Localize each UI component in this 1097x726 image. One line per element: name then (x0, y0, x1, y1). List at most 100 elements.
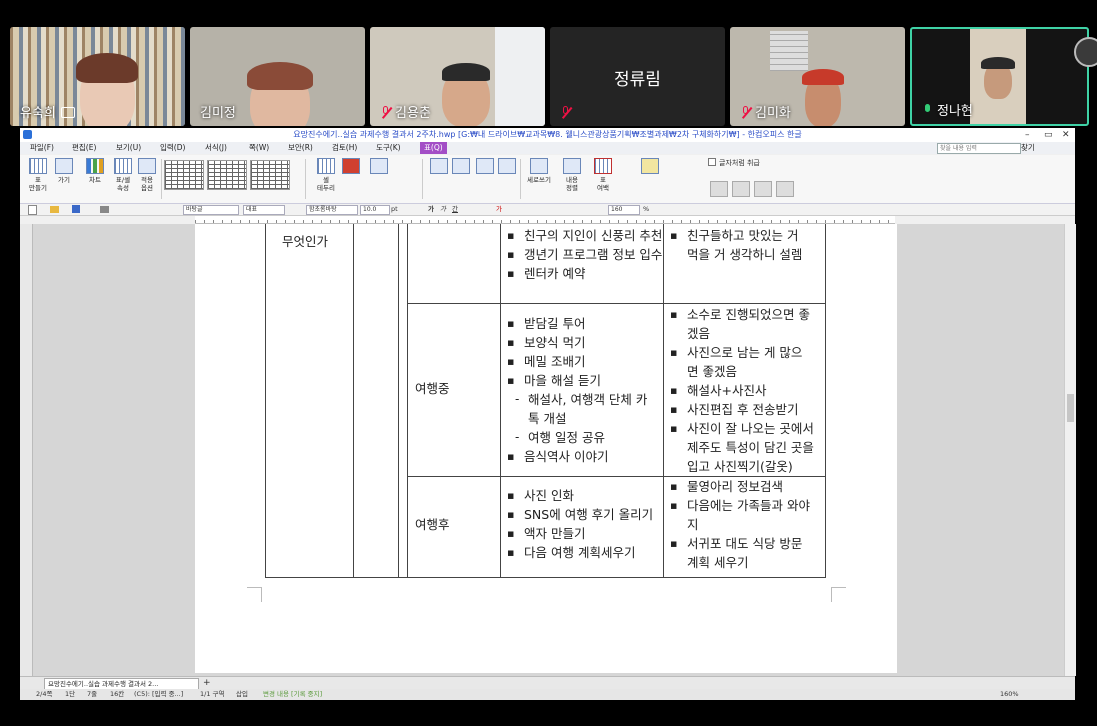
go-button[interactable]: 가기 (53, 158, 75, 184)
menu-tools[interactable]: 도구(K) (376, 142, 401, 154)
close-button[interactable]: ✕ (1062, 128, 1070, 142)
menu-view[interactable]: 보기(U) (116, 142, 141, 154)
zoom-unit: % (643, 205, 650, 213)
feeling-item: 사진이 잘 나오는 곳에서 (670, 419, 814, 438)
feeling-item: 사진편집 후 전송받기 (670, 400, 799, 419)
table-row-line-1 (407, 303, 826, 304)
participant-tile-3[interactable]: 김용춘 (370, 27, 545, 126)
scrollbar-thumb[interactable] (1067, 394, 1074, 422)
table-icon (29, 158, 47, 174)
font-select[interactable]: 함초롬바탕 (306, 205, 358, 215)
horizontal-ruler[interactable] (195, 216, 895, 224)
insert-row-button[interactable] (476, 158, 494, 176)
menu-file[interactable]: 파일(F) (30, 142, 54, 154)
zoom-input[interactable]: 160 (608, 205, 640, 215)
language-select[interactable]: 대표 (243, 205, 285, 215)
font-size-unit: pt (391, 205, 398, 213)
activity-item: 사진 인화 (507, 486, 574, 505)
minimize-button[interactable]: – (1025, 128, 1030, 142)
participant-tile-4[interactable]: 정류림 (550, 27, 725, 126)
activity-item: 음식역사 이야기 (507, 447, 609, 466)
table-style-1[interactable] (164, 160, 204, 190)
wrap-option-2[interactable] (732, 181, 750, 199)
add-tab-button[interactable]: + (203, 677, 211, 689)
create-table-button[interactable]: 표 만들기 (26, 158, 50, 192)
italic-button[interactable]: 가 (440, 204, 446, 215)
menu-edit[interactable]: 편집(E) (72, 142, 96, 154)
menu-security[interactable]: 보안(R) (288, 142, 313, 154)
find-input[interactable]: 찾을 내용 입력 (937, 143, 1021, 154)
menu-page[interactable]: 쪽(W) (249, 142, 269, 154)
status-mode[interactable]: 삽입 (236, 689, 248, 700)
participant-glasses (442, 63, 490, 81)
vertical-text-button[interactable]: 세로쓰기 (525, 158, 553, 184)
line-style-button[interactable] (370, 158, 388, 176)
phase-label: 여행후 (415, 517, 450, 532)
chart-icon (86, 158, 104, 174)
menu-review[interactable]: 검토(H) (332, 142, 357, 154)
content-align-label: 내용 정렬 (566, 176, 578, 192)
feeling-item-cont: 지 (687, 517, 699, 532)
table-style-2[interactable] (207, 160, 247, 190)
document-area[interactable]: 무엇인가 친구의 지인이 신풍리 추천 갱년기 프로그램 정보 입수 렌터카 예… (20, 224, 1064, 676)
status-track-changes[interactable]: 변경 내용 [기록 중지] (263, 689, 322, 700)
new-doc-icon[interactable] (28, 205, 37, 215)
menu-insert[interactable]: 입력(D) (160, 142, 185, 154)
feeling-item: 친구들하고 맛있는 거 (670, 226, 799, 245)
status-cell: (C5): [입력 중...] (134, 690, 184, 698)
table-margin-button[interactable]: 표 여백 (592, 158, 614, 192)
ribbon-divider (422, 159, 423, 199)
participant-tile-1[interactable]: 유숙희 (10, 27, 185, 126)
bold-button[interactable]: 가 (428, 204, 434, 215)
font-color-button[interactable]: 가 (496, 204, 502, 215)
document-page[interactable]: 무엇인가 친구의 지인이 신풍리 추천 갱년기 프로그램 정보 입수 렌터카 예… (195, 224, 897, 673)
table-style-3[interactable] (250, 160, 290, 190)
feeling-item-cont: 계획 세우기 (687, 555, 749, 570)
feeling-item-cont: 겠음 (687, 326, 711, 341)
menu-table[interactable]: 표(Q) (420, 142, 447, 154)
activity-subitem: 해설사, 여행객 단체 카 (515, 390, 647, 409)
participant-name-centered: 정류림 (614, 70, 661, 90)
status-zoom[interactable]: 160% (1000, 689, 1019, 700)
wrap-option-1[interactable] (710, 181, 728, 199)
print-icon[interactable] (100, 206, 109, 213)
restore-button[interactable]: ▭ (1044, 128, 1053, 142)
menu-format[interactable]: 서식(J) (205, 142, 227, 154)
save-icon[interactable] (72, 205, 80, 213)
apply-options-button[interactable]: 적용 옵션 (136, 158, 158, 192)
underline-button[interactable]: 간 (452, 204, 458, 215)
window-title: 요망진수에기..실습 과제수행 결과서 2주차.hwp [G:₩내 드라이브₩교… (293, 130, 802, 139)
feeling-item: 해설사+사진사 (670, 381, 767, 400)
status-page: 2/4쪽 (36, 690, 53, 698)
wrap-option-4[interactable] (776, 181, 794, 199)
treat-as-char-checkbox[interactable]: 글자처럼 취급 (708, 158, 760, 168)
more-participants-button[interactable] (1074, 37, 1097, 67)
chart-button[interactable]: 차트 (84, 158, 106, 184)
cell-properties-button[interactable]: 표/셀 속성 (112, 158, 134, 192)
table-border-right (825, 224, 826, 577)
style-select[interactable]: 바탕글 (183, 205, 239, 215)
merge-cells-button[interactable] (430, 158, 448, 176)
split-cells-button[interactable] (452, 158, 470, 176)
participant-tile-5[interactable]: 김미화 (730, 27, 905, 126)
format-toolbar: 바탕글 대표 함초롬바탕 10.0 pt 가 가 간 가 160 % (20, 204, 1075, 216)
content-align-button[interactable]: 내용 정렬 (560, 158, 584, 192)
font-size-value: 10.0 (363, 206, 377, 213)
cell-border-button[interactable]: 셀 테두리 (313, 158, 339, 192)
wrap-option-3[interactable] (754, 181, 772, 199)
participant-hair (247, 62, 313, 90)
table-border-left (265, 224, 266, 577)
question-cell-text: 무엇인가 (282, 234, 329, 249)
participant-tile-6[interactable]: 정나현 (910, 27, 1089, 126)
font-size-input[interactable]: 10.0 (360, 205, 390, 215)
open-folder-icon[interactable] (50, 206, 59, 213)
vertical-scrollbar[interactable] (1064, 224, 1076, 676)
font-value: 함초롬바탕 (309, 206, 337, 213)
chart-label: 차트 (89, 176, 101, 184)
treat-as-char-label: 글자처럼 취급 (719, 159, 760, 167)
insert-column-button[interactable] (498, 158, 516, 176)
formula-button[interactable] (640, 158, 660, 176)
activity-item: 보양식 먹기 (507, 333, 586, 352)
cell-color-button[interactable] (342, 158, 360, 176)
participant-tile-2[interactable]: 김미정 (190, 27, 365, 126)
